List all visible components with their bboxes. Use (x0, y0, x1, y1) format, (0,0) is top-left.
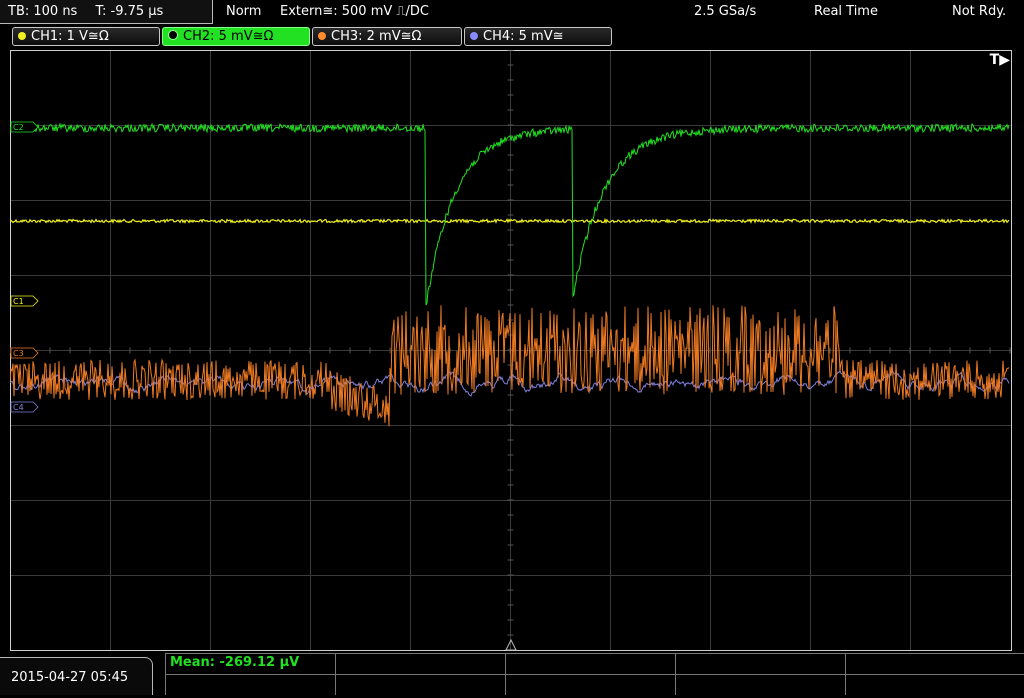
channel-1-dot-icon (18, 32, 26, 40)
waveform-display[interactable]: C1 C2 C3 C4 (10, 50, 1012, 651)
timebase-box[interactable]: TB: 100 ns T: -9.75 µs (0, 0, 213, 24)
measurement-cell[interactable] (505, 674, 675, 695)
sample-rate-label: 2.5 GSa/s (694, 4, 757, 19)
channel-2-tab[interactable]: CH2: 5 mV≅Ω (162, 27, 310, 46)
footer-bar: 2015-04-27 05:45 Mean: -269.12 µV (0, 653, 1024, 695)
channel-2-dot-icon (168, 30, 178, 40)
channel-1-marker-label: C1 (13, 297, 24, 306)
channel-3-dot-icon (318, 32, 326, 40)
channel-3-marker-label: C3 (13, 349, 24, 358)
measurement-table: Mean: -269.12 µV (165, 653, 1024, 695)
mean-measurement: Mean: -269.12 µV (170, 655, 300, 670)
acquisition-state-label: Not Rdy. (952, 4, 1007, 19)
channel-3-tab[interactable]: CH3: 2 mV≅Ω (312, 27, 462, 46)
channel-2-marker-label: C2 (13, 123, 24, 132)
channel-4-ground-marker[interactable]: C4 (10, 401, 39, 413)
channel-1-ground-marker[interactable]: C1 (10, 295, 39, 307)
channel-1-label: CH1: 1 V≅Ω (31, 29, 109, 44)
measurement-cell[interactable]: Mean: -269.12 µV (165, 653, 335, 674)
datetime-display: 2015-04-27 05:45 (0, 657, 153, 695)
measurement-cell[interactable] (845, 653, 1024, 674)
channel-4-tab[interactable]: CH4: 5 mV≅ (464, 27, 612, 46)
channel-4-marker-label: C4 (13, 403, 24, 412)
measurement-cell[interactable] (675, 674, 845, 695)
measurement-cell[interactable] (165, 674, 335, 695)
timebase-label: TB: 100 ns (8, 4, 78, 19)
measurement-cell[interactable] (675, 653, 845, 674)
measurement-cell[interactable] (335, 674, 505, 695)
trigger-source-label[interactable]: Extern≅: 500 mV ⎍/DC (280, 0, 429, 24)
trigger-level-marker[interactable]: T▶ (990, 52, 1010, 68)
channel-1-tab[interactable]: CH1: 1 V≅Ω (12, 27, 160, 46)
trigger-mode-label[interactable]: Norm (226, 0, 261, 24)
measurement-cell[interactable] (845, 674, 1024, 695)
trigger-time-label: T: -9.75 µs (95, 4, 164, 19)
status-bar: TB: 100 ns T: -9.75 µs Norm Extern≅: 500… (0, 0, 1024, 24)
channel-2-label: CH2: 5 mV≅Ω (183, 29, 274, 44)
channel-3-ground-marker[interactable]: C3 (10, 347, 39, 359)
acquisition-mode-label: Real Time (814, 4, 878, 19)
measurement-cell[interactable] (505, 653, 675, 674)
measurement-cell[interactable] (335, 653, 505, 674)
channel-4-label: CH4: 5 mV≅ (483, 29, 564, 44)
channel-4-dot-icon (470, 32, 478, 40)
channel-2-ground-marker[interactable]: C2 (10, 121, 39, 133)
channel-3-label: CH3: 2 mV≅Ω (331, 29, 422, 44)
channel-bar: CH1: 1 V≅Ω CH2: 5 mV≅Ω CH3: 2 mV≅Ω CH4: … (0, 26, 1024, 48)
